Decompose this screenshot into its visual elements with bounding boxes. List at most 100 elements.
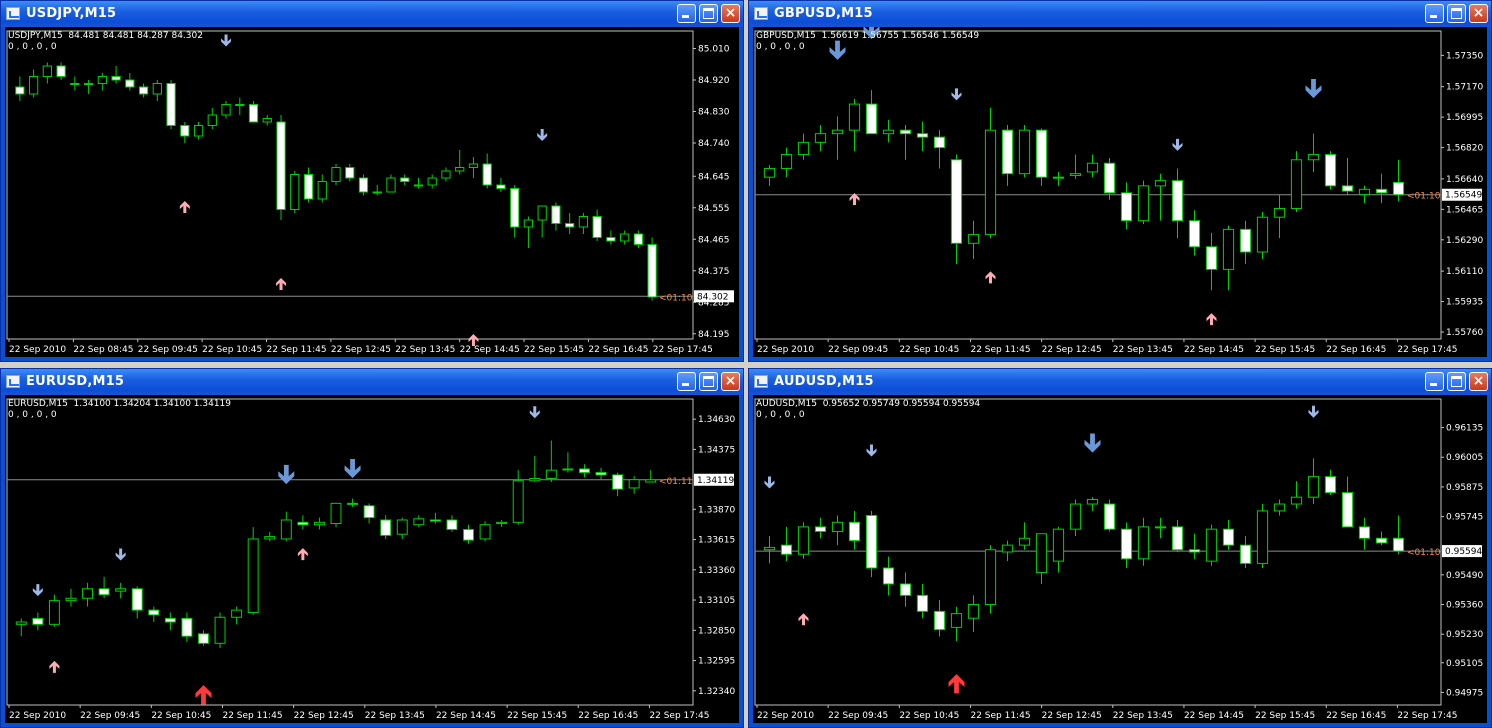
arrow-shape xyxy=(829,40,846,60)
y-tick-label: 84.375 xyxy=(698,267,730,277)
window-usdjpy[interactable]: USDJPY,M15 × 85.010 84.920 84.830 84.740 84.… xyxy=(0,0,744,362)
bear-candle xyxy=(1341,492,1354,528)
arrow-shape xyxy=(866,444,877,457)
bear-candle xyxy=(933,610,946,631)
bull-candle xyxy=(65,597,77,602)
bear-candle xyxy=(1120,192,1133,222)
current-price-label: 1.56549 xyxy=(1445,191,1482,201)
title-bar[interactable]: USDJPY,M15 × xyxy=(1,1,743,27)
buy-signal-arrow-icon xyxy=(276,278,287,290)
chart-window-icon xyxy=(6,375,20,388)
close-icon: × xyxy=(1472,373,1485,389)
title-bar[interactable]: AUDUSD,M15 × xyxy=(749,369,1491,395)
maximize-button[interactable] xyxy=(699,372,718,391)
chart-area[interactable]: 1.57350 1.57170 1.56995 1.56820 1.56640 1.564… xyxy=(753,27,1487,357)
bear-candle xyxy=(32,617,44,625)
arrow-shape xyxy=(344,458,361,479)
buy-signal-arrow-icon xyxy=(948,674,965,694)
y-tick-label: 0.95105 xyxy=(1446,659,1483,669)
bear-candle xyxy=(882,567,895,585)
bear-candle xyxy=(380,519,392,536)
candlestick-chart[interactable]: 1.34630 1.34375 1.33870 1.33615 1.33360 1.331… xyxy=(5,395,739,723)
arrow-shape xyxy=(115,548,126,561)
bull-candle xyxy=(1069,173,1082,176)
chart-window-icon xyxy=(6,7,20,20)
bull-candle xyxy=(1256,510,1269,564)
y-tick-label: 1.56820 xyxy=(1446,144,1483,154)
maximize-icon xyxy=(1451,376,1462,387)
buy-signal-arrow-icon xyxy=(1206,313,1217,326)
bear-candle xyxy=(358,177,369,193)
arrow-shape xyxy=(276,278,287,290)
maximize-button[interactable] xyxy=(1447,372,1466,391)
x-tick-label: 22 Sep 14:45 xyxy=(1184,711,1244,721)
minimize-icon xyxy=(682,383,689,386)
title-bar[interactable]: EURUSD,M15 × xyxy=(1,369,743,395)
bear-candle xyxy=(551,205,561,224)
y-tick-label: 1.55760 xyxy=(1446,328,1483,338)
bull-candle xyxy=(317,181,327,200)
window-eurusd[interactable]: EURUSD,M15 × 1.34630 1.34375 1.33870 1.3361… xyxy=(0,368,744,728)
buy-signal-arrow-icon xyxy=(49,660,60,673)
arrow-shape xyxy=(951,88,962,101)
x-tick-label: 22 Sep 10:45 xyxy=(202,345,262,355)
bear-candle xyxy=(595,472,607,476)
bull-candle xyxy=(1307,154,1320,161)
bear-candle xyxy=(1035,129,1048,178)
window-gbpusd[interactable]: GBPUSD,M15 × 1.57350 1.57170 1.56995 1.5682… xyxy=(748,0,1492,362)
bull-candle xyxy=(512,480,524,523)
close-button[interactable]: × xyxy=(1469,372,1488,391)
minimize-button[interactable] xyxy=(677,4,696,23)
chart-info-line: USDJPY,M15 84.481 84.481 84.287 84.302 xyxy=(8,31,203,41)
close-button[interactable]: × xyxy=(721,4,740,23)
maximize-button[interactable] xyxy=(1447,4,1466,23)
y-tick-label: 0.95875 xyxy=(1446,483,1483,493)
chart-area[interactable]: 1.34630 1.34375 1.33870 1.33615 1.33360 1.331… xyxy=(5,395,739,723)
bear-candle xyxy=(363,505,375,519)
bull-candle xyxy=(1358,188,1371,196)
bull-candle xyxy=(950,613,963,628)
window-title: USDJPY,M15 xyxy=(26,6,117,21)
title-bar[interactable]: GBPUSD,M15 × xyxy=(749,1,1491,27)
candlestick-chart[interactable]: 1.57350 1.57170 1.56995 1.56820 1.56640 1.564… xyxy=(753,27,1487,357)
current-price-label: 1.34119 xyxy=(697,476,734,486)
x-tick-label: 22 Sep 17:45 xyxy=(1397,345,1457,355)
y-tick-label: 1.57350 xyxy=(1446,51,1483,61)
bull-candle xyxy=(1273,503,1286,512)
y-tick-label: 0.96135 xyxy=(1446,424,1483,434)
bull-candle xyxy=(264,536,276,540)
maximize-button[interactable] xyxy=(699,4,718,23)
bull-candle xyxy=(1086,162,1099,173)
y-tick-label: 0.95360 xyxy=(1446,601,1483,611)
close-button[interactable]: × xyxy=(721,372,740,391)
x-tick-label: 22 Sep 15:45 xyxy=(507,711,567,721)
x-tick-label: 22 Sep 16:45 xyxy=(578,711,638,721)
bear-candle xyxy=(496,184,506,189)
bull-candle xyxy=(386,177,396,193)
bear-candle xyxy=(578,468,590,474)
chart-area[interactable]: 0.96135 0.96005 0.95875 0.95745 0.95490 0.953… xyxy=(753,395,1487,723)
bull-candle xyxy=(645,479,657,483)
minimize-button[interactable] xyxy=(677,372,696,391)
x-tick-label: 22 Sep 17:45 xyxy=(649,711,709,721)
close-button[interactable]: × xyxy=(1469,4,1488,23)
bear-candle xyxy=(138,86,149,95)
candlestick-chart[interactable]: 85.010 84.920 84.830 84.740 84.645 84.555 84.4… xyxy=(5,27,739,357)
bear-candle xyxy=(1222,528,1235,546)
bear-candle xyxy=(780,544,793,555)
chart-area[interactable]: 85.010 84.920 84.830 84.740 84.645 84.555 84.4… xyxy=(5,27,739,357)
bull-candle xyxy=(396,519,408,535)
bear-candle xyxy=(1375,537,1388,544)
arrow-shape xyxy=(1206,313,1217,326)
arrow-shape xyxy=(529,406,540,419)
sell-signal-arrow-icon xyxy=(1172,138,1183,151)
y-tick-label: 84.920 xyxy=(698,76,730,86)
x-tick-label: 22 Sep 16:45 xyxy=(1326,345,1386,355)
x-tick-label: 22 Sep 13:45 xyxy=(1113,345,1173,355)
minimize-button[interactable] xyxy=(1425,4,1444,23)
bull-candle xyxy=(620,233,630,242)
arrow-shape xyxy=(537,129,548,141)
candlestick-chart[interactable]: 0.96135 0.96005 0.95875 0.95745 0.95490 0.953… xyxy=(753,395,1487,723)
minimize-button[interactable] xyxy=(1425,372,1444,391)
window-audusd[interactable]: AUDUSD,M15 × 0.96135 0.96005 0.95875 0.9574… xyxy=(748,368,1492,728)
